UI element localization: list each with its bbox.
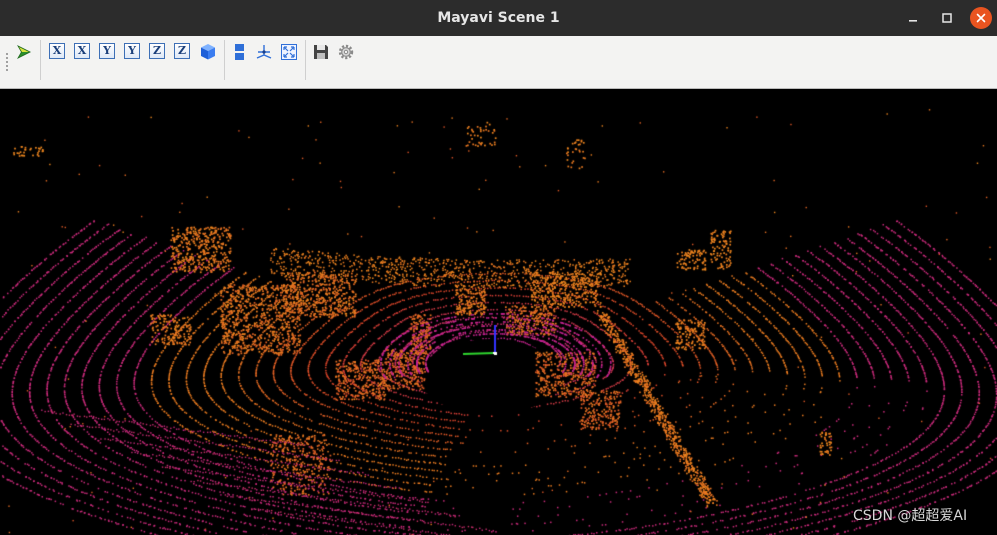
minimize-icon: [909, 20, 917, 22]
view-y-negative-button[interactable]: Y: [124, 43, 140, 59]
parallel-projection-button[interactable]: [230, 42, 250, 62]
view-x-negative-button[interactable]: X: [74, 43, 90, 59]
view-y-positive-button[interactable]: Y: [99, 43, 115, 59]
isometric-view-button[interactable]: [198, 42, 218, 62]
configure-scene-button[interactable]: [336, 42, 356, 62]
close-button[interactable]: [970, 7, 992, 29]
maximize-icon: [942, 13, 952, 23]
watermark: CSDN @超超爱AI: [853, 508, 968, 524]
mayavi-pipeline-button[interactable]: [14, 42, 34, 62]
save-scene-button[interactable]: [311, 42, 331, 62]
view-z-positive-button[interactable]: Z: [149, 43, 165, 59]
maximize-button[interactable]: [936, 7, 958, 29]
axes-icon: [256, 45, 272, 59]
view-x-positive-button[interactable]: X: [49, 43, 65, 59]
parallel-projection-icon: [235, 44, 244, 60]
minimize-button[interactable]: [902, 7, 924, 29]
toolbar-grip[interactable]: [5, 52, 9, 72]
view-z-negative-button[interactable]: Z: [174, 43, 190, 59]
save-icon: [314, 45, 328, 59]
title-bar[interactable]: Mayavi Scene 1: [0, 0, 997, 36]
close-icon: [976, 13, 986, 23]
toggle-axes-button[interactable]: [254, 42, 274, 62]
full-screen-button[interactable]: [279, 42, 299, 62]
window-title: Mayavi Scene 1: [437, 10, 560, 26]
lidar-point-cloud[interactable]: [0, 89, 997, 535]
cube-icon: [201, 44, 215, 60]
toolbar-separator: [305, 40, 306, 80]
scene-toolbar: X X Y Y Z Z: [0, 36, 997, 89]
mayavi-logo-icon: [17, 45, 31, 59]
fullscreen-icon: [281, 44, 297, 60]
scene-viewport[interactable]: CSDN @超超爱AI: [0, 89, 997, 535]
mayavi-window: Mayavi Scene 1 X X Y Y Z Z CSDN @超超爱AI: [0, 0, 997, 535]
toolbar-separator: [224, 40, 225, 80]
gear-icon: [338, 44, 354, 60]
toolbar-separator: [40, 40, 41, 80]
